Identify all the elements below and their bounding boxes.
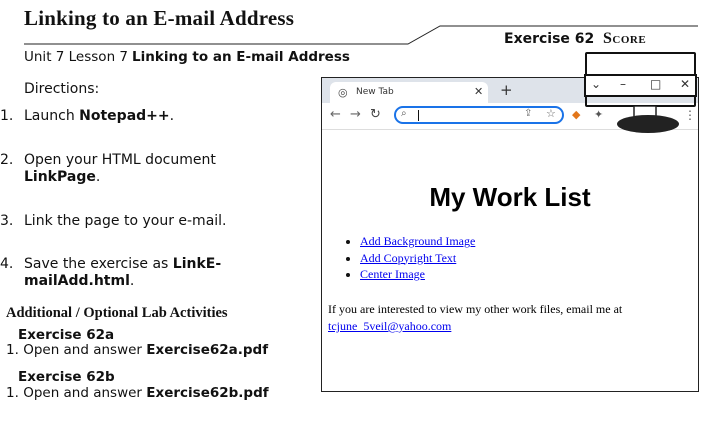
additional-activities-heading: Additional / Optional Lab Activities (6, 305, 228, 321)
reload-icon[interactable]: ↻ (370, 107, 381, 122)
chevron-down-icon[interactable]: ⌄ (591, 77, 601, 91)
browser-tab[interactable]: ◎ New Tab ✕ (330, 82, 488, 103)
kebab-menu-icon[interactable]: ⋮ (684, 108, 696, 122)
link-center-image[interactable]: Center Image (360, 267, 425, 281)
work-list-heading: My Work List (429, 182, 591, 212)
close-icon[interactable]: ✕ (474, 85, 483, 98)
window-close-icon[interactable]: ✕ (680, 77, 690, 91)
link-add-copyright-text[interactable]: Add Copyright Text (360, 251, 456, 265)
link-add-background-image[interactable]: Add Background Image (360, 234, 475, 248)
profile-avatar-icon[interactable] (616, 106, 684, 134)
contact-paragraph: If you are interested to view my other w… (328, 302, 623, 333)
exercise-62b-item: 1. Open and answer Exercise62b.pdf (6, 385, 269, 401)
share-icon[interactable]: ⇪ (524, 108, 532, 119)
direction-step-1: 1. Launch Notepad++. (0, 108, 175, 124)
plus-icon[interactable]: + (500, 81, 513, 99)
lesson-subtitle: Unit 7 Lesson 7 Linking to an E-mail Addr… (24, 49, 350, 65)
exercise-62a-heading: Exercise 62a (18, 327, 115, 343)
search-icon: ⌕ (401, 108, 407, 119)
minimize-icon[interactable]: – (620, 77, 626, 91)
direction-step-4: 4. Save the exercise as LinkE-mailAdd.htm… (0, 256, 222, 289)
text-caret (418, 110, 419, 121)
score-label: Score (603, 30, 647, 47)
address-bar[interactable]: ⌕ ⇪ ☆ (394, 106, 564, 124)
chrome-icon: ◎ (338, 86, 348, 99)
maximize-icon[interactable]: □ (650, 77, 661, 91)
direction-step-2: 2. Open your HTML document LinkPage. (0, 152, 216, 185)
list-item: Add Background Image (360, 233, 475, 250)
tab-title: New Tab (356, 87, 394, 97)
puzzle-icon[interactable]: ✦ (594, 108, 603, 121)
exercise-62a-item: 1. Open and answer Exercise62a.pdf (6, 342, 269, 358)
list-item: Add Copyright Text (360, 250, 475, 267)
exercise-number: Exercise 62 (504, 31, 595, 47)
metamask-icon[interactable]: ◆ (572, 108, 580, 121)
directions-label: Directions: (24, 81, 100, 97)
email-link[interactable]: tcjune_5veil@yahoo.com (328, 319, 451, 333)
window-controls: ⌄ – □ ✕ (584, 74, 697, 97)
exercise-62b-heading: Exercise 62b (18, 369, 115, 385)
star-icon[interactable]: ☆ (546, 107, 556, 120)
work-links-list: Add Background Image Add Copyright Text … (342, 233, 475, 283)
list-item: Center Image (360, 266, 475, 283)
direction-step-3: 3. Link the page to your e-mail. (0, 213, 227, 229)
back-arrow-icon[interactable]: ← (330, 107, 341, 122)
forward-arrow-icon[interactable]: → (350, 107, 361, 122)
